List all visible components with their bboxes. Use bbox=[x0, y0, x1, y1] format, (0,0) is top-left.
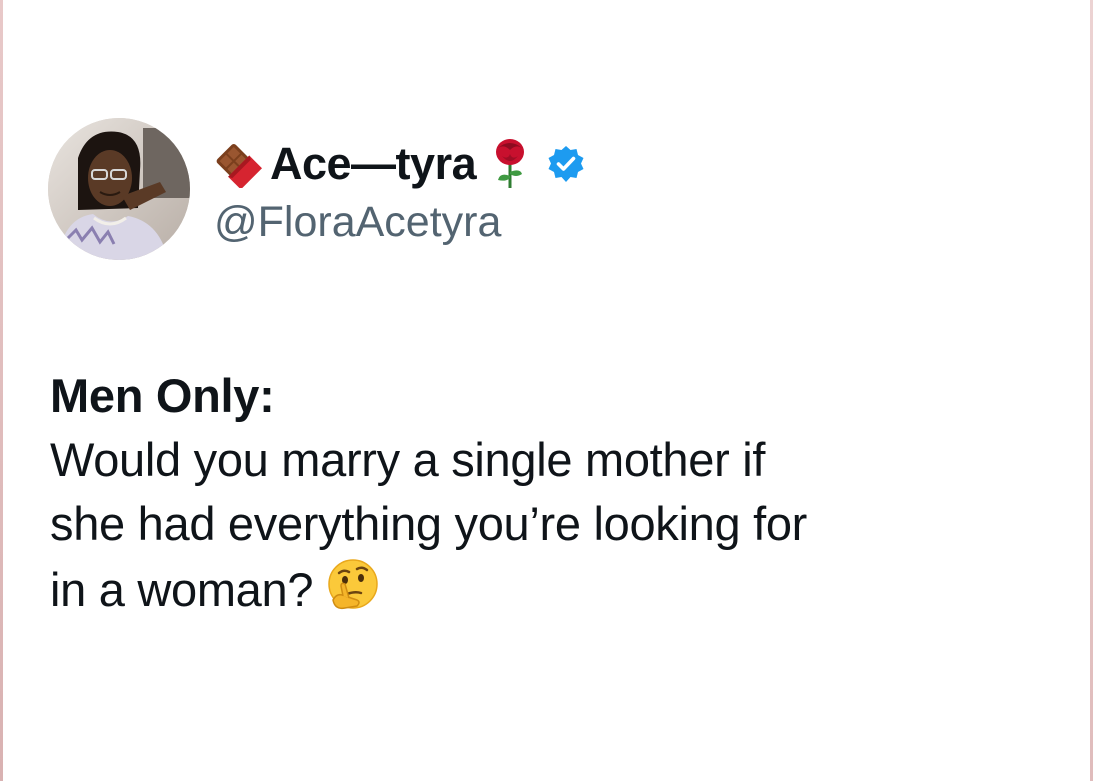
tweet-line-2: she had everything you’re looking for bbox=[50, 497, 808, 550]
tweet-heading: Men Only: bbox=[50, 369, 275, 422]
author-handle[interactable]: @FloraAcetyra bbox=[214, 198, 586, 247]
avatar[interactable] bbox=[48, 118, 190, 260]
tweet-line-3: in a woman? bbox=[50, 563, 314, 616]
tweet-header: Ace—tyra @FloraAcetyra bbox=[48, 118, 586, 260]
rose-icon bbox=[488, 138, 532, 190]
author-names: Ace—tyra @FloraAcetyra bbox=[214, 132, 586, 247]
tweet-line-1: Would you marry a single mother if bbox=[50, 433, 766, 486]
tweet-line-3-wrapper: in a woman? bbox=[50, 556, 1070, 632]
thinking-face-icon bbox=[323, 556, 383, 632]
chocolate-bar-icon bbox=[214, 140, 262, 188]
tweet-text: Men Only: Would you marry a single mothe… bbox=[50, 364, 1070, 632]
display-name[interactable]: Ace—tyra bbox=[270, 138, 477, 190]
verified-badge-icon[interactable] bbox=[546, 144, 586, 184]
tweet-card: Ace—tyra @FloraAcetyra Men Only: Would y… bbox=[0, 0, 1093, 781]
display-name-row[interactable]: Ace—tyra bbox=[214, 132, 586, 196]
